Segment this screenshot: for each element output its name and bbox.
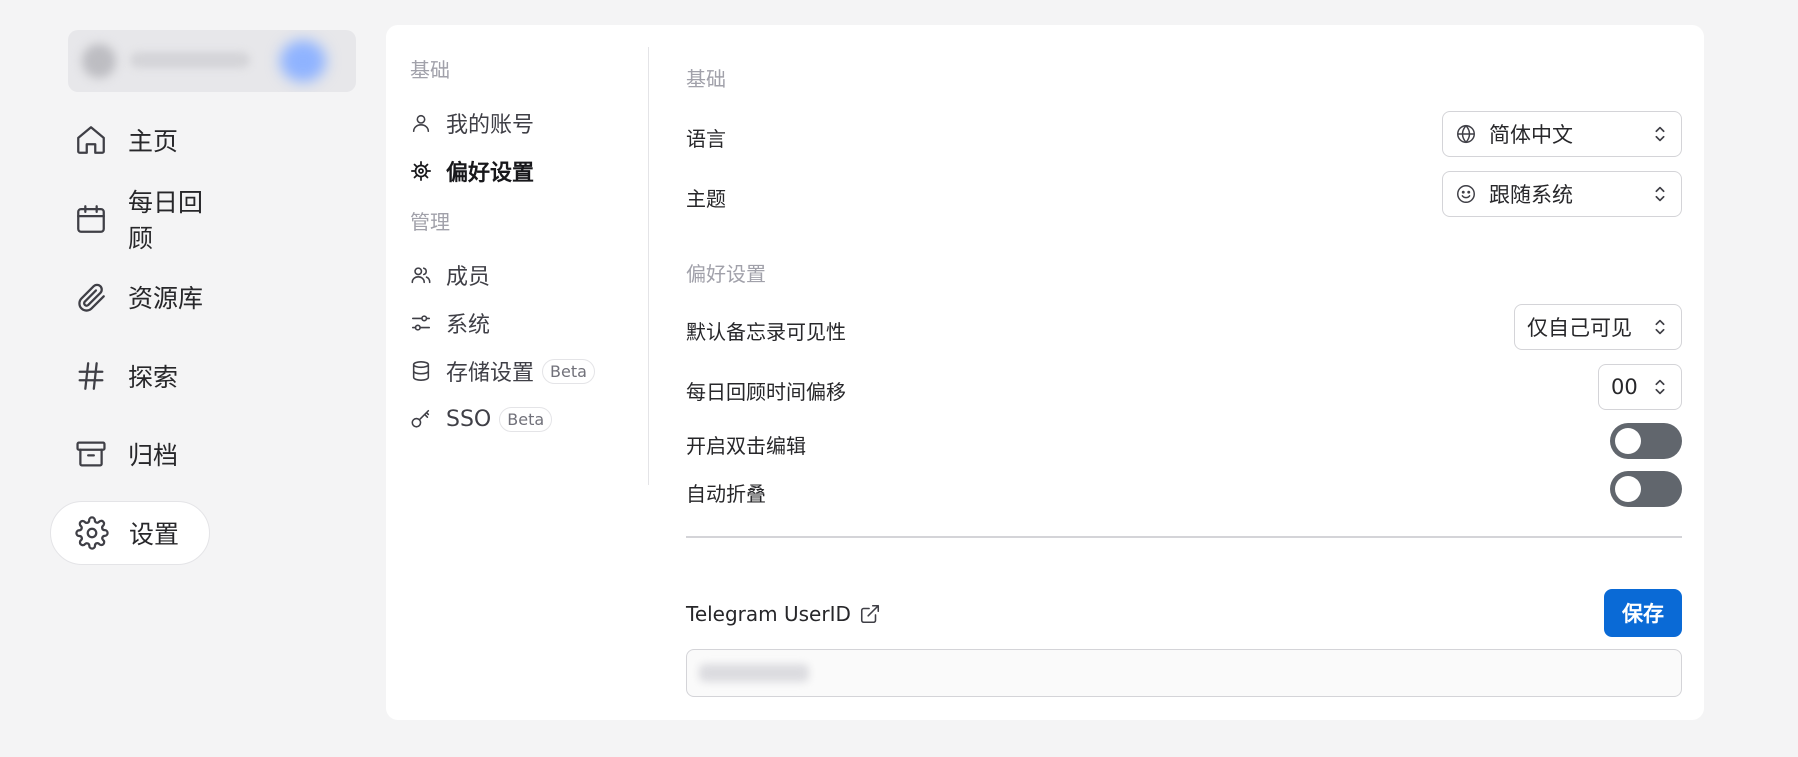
subnav-divider [648, 47, 649, 485]
globe-icon [1457, 124, 1475, 144]
subnav-item-storage[interactable]: 存储设置 Beta [410, 347, 640, 395]
paperclip-icon [78, 283, 105, 312]
users-icon [411, 267, 431, 284]
subnav-item-members[interactable]: 成员 [410, 251, 640, 299]
subnav-section-basic: 基础 [410, 58, 450, 82]
subnav-item-label: SSO [446, 406, 492, 432]
subnav-item-label: 成员 [446, 265, 491, 290]
avatar [82, 44, 116, 78]
external-link-icon[interactable] [859, 603, 881, 625]
user-profile-chip[interactable] [68, 30, 356, 92]
theme-value: 跟随系统 [1489, 183, 1573, 207]
beta-badge: Beta [542, 358, 595, 384]
visibility-label: 默认备忘录可见性 [686, 320, 846, 344]
preferences-content: 基础 语言 简体中文 主题 跟随系统 偏好设置 默认备忘录可见性 仅自己可见 每… [686, 25, 1682, 720]
theme-label: 主题 [686, 187, 726, 211]
sidebar-item-archive[interactable]: 归档 [50, 422, 210, 486]
userid-blurred-value [699, 664, 809, 682]
sidebar-item-label: 设置 [129, 519, 180, 549]
visibility-select[interactable]: 仅自己可见 [1514, 304, 1682, 350]
app-logo [280, 40, 326, 82]
toggle-knob [1615, 476, 1641, 502]
section-title-preferences: 偏好设置 [686, 262, 766, 286]
language-label: 语言 [686, 127, 726, 151]
telegram-label-text: Telegram UserID [686, 602, 851, 626]
subnav-section-admin: 管理 [410, 210, 450, 234]
username-blurred [130, 52, 250, 68]
subnav-item-my-account[interactable]: 我的账号 [410, 99, 640, 147]
smile-icon [1457, 185, 1475, 203]
sidebar-item-daily-review[interactable]: 每日回顾 [50, 187, 210, 253]
theme-select[interactable]: 跟随系统 [1442, 171, 1682, 217]
subnav-item-label: 我的账号 [446, 113, 535, 138]
subnav-item-label: 偏好设置 [446, 161, 535, 186]
telegram-userid-input[interactable] [686, 649, 1682, 697]
sidebar-item-home[interactable]: 主页 [50, 108, 210, 172]
language-select[interactable]: 简体中文 [1442, 111, 1682, 157]
sidebar-item-label: 探索 [128, 362, 179, 392]
cog-icon [410, 160, 432, 182]
auto-collapse-label: 自动折叠 [686, 482, 766, 506]
sliders-icon [411, 315, 431, 331]
subnav-item-label: 存储设置 [446, 361, 535, 386]
telegram-userid-label[interactable]: Telegram UserID [686, 602, 881, 626]
offset-label: 每日回顾时间偏移 [686, 380, 846, 404]
settings-subnav: 基础 我的账号 偏好设置 管理 成员 系统 存储设置 Beta SSO Beta [410, 57, 640, 443]
sidebar-item-label: 资源库 [128, 284, 204, 313]
beta-badge: Beta [499, 406, 553, 432]
sidebar-item-label: 每日回顾 [128, 187, 204, 253]
chevron-updown-icon [1655, 379, 1665, 395]
sidebar-item-settings[interactable]: 设置 [50, 500, 210, 565]
archive-icon [76, 441, 106, 467]
language-value: 简体中文 [1489, 123, 1573, 147]
sidebar-item-resources[interactable]: 资源库 [50, 265, 210, 329]
chevron-updown-icon [1655, 186, 1665, 202]
sidebar-item-explore[interactable]: 探索 [50, 344, 210, 408]
subnav-item-system[interactable]: 系统 [410, 299, 640, 347]
section-divider [686, 536, 1682, 538]
offset-value: 00 [1611, 375, 1638, 399]
sidebar-item-label: 归档 [128, 441, 179, 470]
sidebar-item-label: 主页 [128, 127, 179, 156]
home-icon [77, 126, 105, 154]
offset-select[interactable]: 00 [1598, 364, 1682, 410]
hash-icon [78, 361, 104, 390]
sidebar-nav: 主页 每日回顾 资源库 探索 归档 设置 [50, 108, 210, 579]
double-click-edit-toggle[interactable] [1610, 423, 1682, 459]
database-icon [412, 361, 430, 381]
settings-card: 基础 我的账号 偏好设置 管理 成员 系统 存储设置 Beta SSO Beta [386, 25, 1704, 720]
chevron-updown-icon [1655, 126, 1665, 142]
gear-icon [75, 515, 109, 550]
section-title-basic: 基础 [686, 67, 726, 91]
calendar-icon [77, 204, 105, 233]
save-button[interactable]: 保存 [1604, 589, 1682, 637]
subnav-item-sso[interactable]: SSO Beta [410, 395, 640, 443]
auto-collapse-toggle[interactable] [1610, 471, 1682, 507]
subnav-item-preferences[interactable]: 偏好设置 [410, 147, 640, 195]
key-icon [411, 409, 430, 428]
chevron-updown-icon [1655, 319, 1665, 335]
visibility-value: 仅自己可见 [1527, 316, 1632, 340]
toggle-knob [1615, 428, 1641, 454]
double-click-edit-label: 开启双击编辑 [686, 434, 806, 458]
user-icon [412, 114, 430, 133]
subnav-item-label: 系统 [446, 313, 491, 338]
